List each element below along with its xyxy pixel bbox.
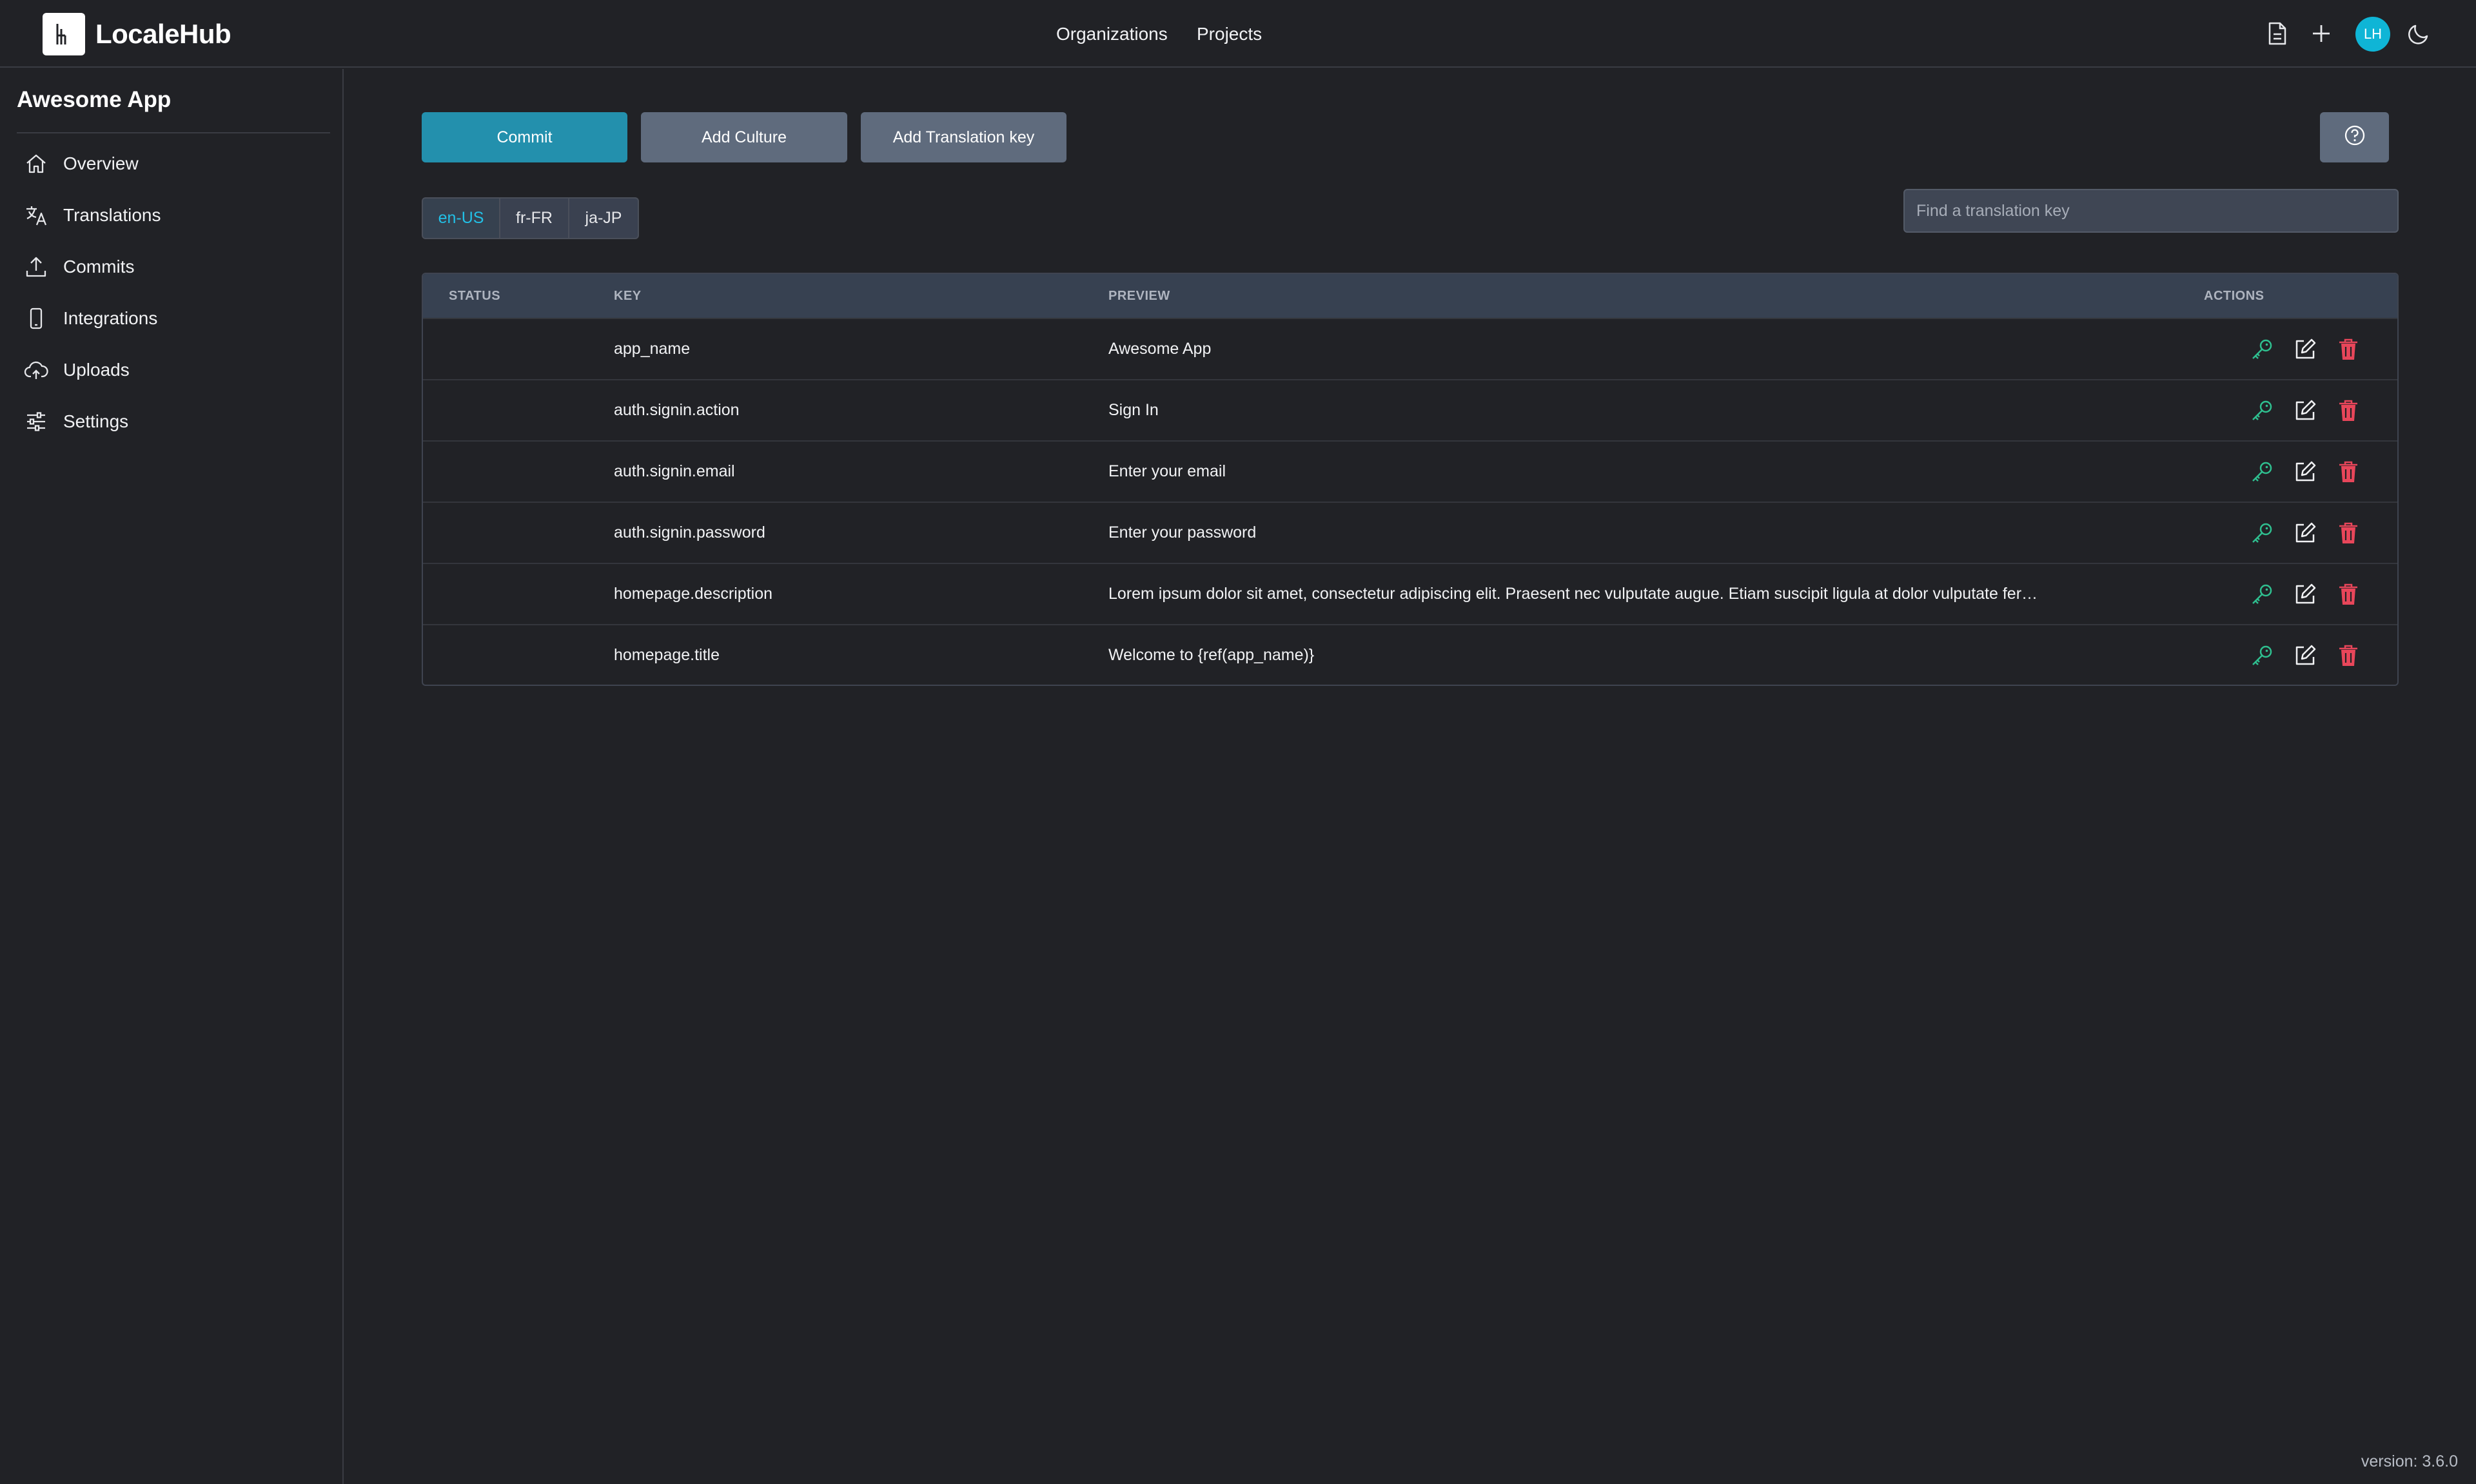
help-button[interactable]: [2320, 112, 2389, 162]
brand-name: LocaleHub: [95, 19, 231, 49]
row-actions: [2248, 564, 2377, 624]
logo-mark-icon: [43, 13, 85, 55]
nav-organizations-link[interactable]: Organizations: [1056, 24, 1168, 44]
table-row: app_name Awesome App: [423, 318, 2397, 379]
avatar[interactable]: LH: [2355, 17, 2390, 52]
trash-icon[interactable]: [2334, 458, 2363, 486]
edit-icon[interactable]: [2291, 641, 2319, 670]
header-key: KEY: [614, 289, 642, 303]
row-key: auth.signin.email: [614, 462, 735, 480]
plus-icon[interactable]: [2307, 19, 2335, 48]
sidebar-item-label: Translations: [63, 205, 161, 225]
edit-icon[interactable]: [2291, 580, 2319, 609]
culture-tabs: en-US fr-FR ja-JP: [422, 197, 639, 239]
header-actions: ACTIONS: [2204, 289, 2265, 303]
trash-icon[interactable]: [2334, 335, 2363, 364]
sidebar-item-label: Commits: [63, 257, 135, 277]
sidebar-item-integrations[interactable]: Integrations: [23, 299, 157, 338]
edit-icon[interactable]: [2291, 519, 2319, 547]
table-row: auth.signin.email Enter your email: [423, 440, 2397, 502]
row-actions: [2248, 503, 2377, 563]
row-preview: Enter your email: [1108, 462, 1226, 480]
add-translation-key-button[interactable]: Add Translation key: [861, 112, 1066, 162]
sidebar-item-label: Uploads: [63, 360, 130, 380]
row-preview: Welcome to {ref(app_name)}: [1108, 646, 1315, 664]
row-actions: [2248, 442, 2377, 502]
nav-projects-wrap: Projects: [1197, 0, 1262, 68]
brand-logo[interactable]: LocaleHub: [43, 13, 231, 55]
sliders-icon: [23, 409, 49, 434]
version-label: version: 3.6.0: [2361, 1452, 2458, 1470]
top-navbar: LocaleHub Organizations Projects LH: [0, 0, 2476, 68]
commit-button[interactable]: Commit: [422, 112, 627, 162]
key-icon[interactable]: [2248, 335, 2276, 364]
row-actions: [2248, 319, 2377, 379]
search-input[interactable]: [1903, 189, 2399, 233]
table-row: homepage.title Welcome to {ref(app_name)…: [423, 624, 2397, 685]
tab-en-us[interactable]: en-US: [423, 199, 500, 238]
edit-icon[interactable]: [2291, 335, 2319, 364]
row-key: homepage.description: [614, 585, 772, 603]
nav-organizations-wrap: Organizations: [1056, 0, 1168, 68]
table-row: homepage.description Lorem ipsum dolor s…: [423, 563, 2397, 624]
translations-table: STATUS KEY PREVIEW ACTIONS app_name Awes…: [422, 273, 2399, 686]
tab-ja-jp[interactable]: ja-JP: [569, 199, 638, 238]
upload-icon: [23, 254, 49, 280]
edit-icon[interactable]: [2291, 396, 2319, 425]
sidebar-item-translations[interactable]: Translations: [23, 196, 161, 235]
trash-icon[interactable]: [2334, 396, 2363, 425]
header-preview: PREVIEW: [1108, 289, 1170, 303]
edit-icon[interactable]: [2291, 458, 2319, 486]
sidebar-divider: [17, 132, 330, 133]
project-title: Awesome App: [17, 87, 172, 112]
sidebar: Awesome App Overview Translations Commit…: [0, 69, 344, 1484]
row-key: app_name: [614, 340, 691, 358]
sidebar-item-label: Integrations: [63, 308, 158, 328]
table-header: STATUS KEY PREVIEW ACTIONS: [423, 274, 2397, 318]
row-preview: Lorem ipsum dolor sit amet, consectetur …: [1108, 585, 2050, 603]
moon-icon[interactable]: [2405, 19, 2433, 48]
translate-icon: [23, 202, 49, 228]
trash-icon[interactable]: [2334, 519, 2363, 547]
nav-projects-link[interactable]: Projects: [1197, 24, 1262, 44]
header-status: STATUS: [449, 289, 501, 303]
home-icon: [23, 151, 49, 177]
row-actions: [2248, 380, 2377, 440]
row-key: auth.signin.password: [614, 523, 765, 542]
document-icon[interactable]: [2263, 19, 2292, 48]
sidebar-item-commits[interactable]: Commits: [23, 248, 134, 286]
key-icon[interactable]: [2248, 396, 2276, 425]
tab-fr-fr[interactable]: fr-FR: [500, 199, 569, 238]
key-icon[interactable]: [2248, 580, 2276, 609]
row-preview: Sign In: [1108, 401, 1159, 419]
trash-icon[interactable]: [2334, 641, 2363, 670]
sidebar-item-settings[interactable]: Settings: [23, 402, 128, 441]
key-icon[interactable]: [2248, 519, 2276, 547]
row-actions: [2248, 625, 2377, 685]
sidebar-item-overview[interactable]: Overview: [23, 144, 139, 183]
row-preview: Enter your password: [1108, 523, 1257, 542]
mobile-icon: [23, 306, 49, 331]
row-preview: Awesome App: [1108, 340, 1212, 358]
sidebar-item-label: Settings: [63, 411, 129, 431]
cloud-upload-icon: [23, 357, 49, 383]
sidebar-item-label: Overview: [63, 153, 139, 173]
row-key: auth.signin.action: [614, 401, 740, 419]
add-culture-button[interactable]: Add Culture: [641, 112, 847, 162]
key-icon[interactable]: [2248, 641, 2276, 670]
trash-icon[interactable]: [2334, 580, 2363, 609]
sidebar-item-uploads[interactable]: Uploads: [23, 351, 130, 389]
question-circle-icon: [2343, 124, 2366, 151]
key-icon[interactable]: [2248, 458, 2276, 486]
table-row: auth.signin.action Sign In: [423, 379, 2397, 440]
table-row: auth.signin.password Enter your password: [423, 502, 2397, 563]
row-key: homepage.title: [614, 646, 720, 664]
